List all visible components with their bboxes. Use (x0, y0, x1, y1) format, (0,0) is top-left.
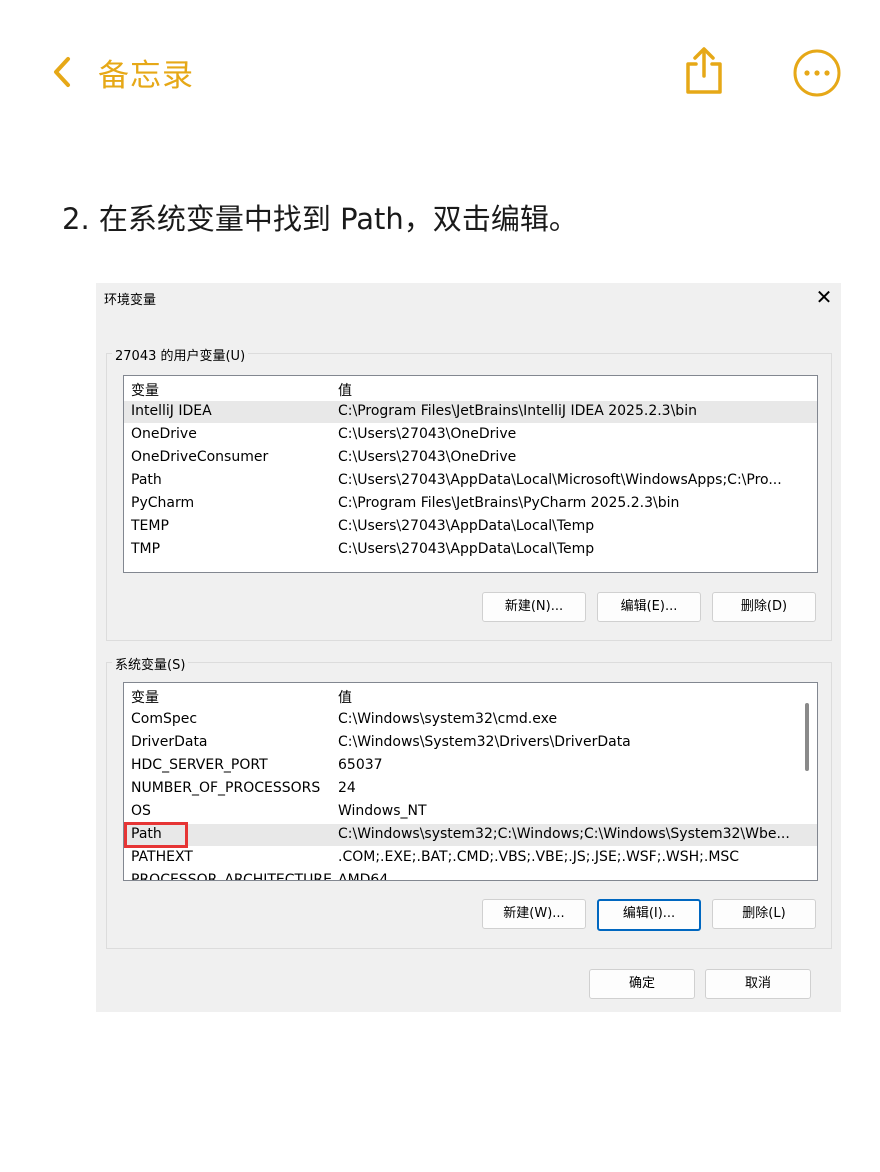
table-row[interactable]: PyCharm C:\Program Files\JetBrains\PyCha… (124, 493, 817, 515)
scrollbar-thumb[interactable] (805, 703, 809, 771)
user-variables-list[interactable]: 变量 值 IntelliJ IDEA C:\Program Files\JetB… (123, 375, 818, 573)
var-name: DriverData (131, 734, 208, 750)
cancel-button[interactable]: 取消 (705, 969, 811, 999)
var-value: .COM;.EXE;.BAT;.CMD;.VBS;.VBE;.JS;.JSE;.… (338, 849, 740, 865)
var-name: PyCharm (131, 495, 195, 511)
var-name: Path (131, 472, 162, 488)
var-value: 65037 (338, 757, 383, 773)
table-row[interactable]: HDC_SERVER_PORT 65037 (124, 755, 817, 777)
table-row[interactable]: OneDriveConsumer C:\Users\27043\OneDrive (124, 447, 817, 469)
table-row[interactable]: DriverData C:\Windows\System32\Drivers\D… (124, 732, 817, 754)
highlight-box (124, 822, 188, 848)
user-variables-label: 27043 的用户变量(U) (112, 345, 249, 364)
var-value: C:\Users\27043\AppData\Local\Microsoft\W… (338, 472, 782, 488)
table-row[interactable]: IntelliJ IDEA C:\Program Files\JetBrains… (124, 401, 817, 423)
var-value: C:\Windows\System32\Drivers\DriverData (338, 734, 631, 750)
table-row[interactable]: PROCESSOR_ARCHITECTURE AMD64 (124, 870, 817, 881)
chevron-left-icon (54, 57, 70, 87)
header-variable[interactable]: 变量 (131, 687, 159, 707)
table-row-selected[interactable]: Path C:\Windows\system32;C:\Windows;C:\W… (124, 824, 817, 846)
var-value: C:\Program Files\JetBrains\IntelliJ IDEA… (338, 403, 697, 419)
var-value: AMD64 (338, 872, 389, 881)
header-value[interactable]: 值 (338, 687, 352, 707)
var-name: OneDriveConsumer (131, 449, 269, 465)
var-value: C:\Users\27043\OneDrive (338, 449, 517, 465)
var-name: ComSpec (131, 711, 198, 727)
user-edit-button[interactable]: 编辑(E)... (597, 592, 701, 622)
system-edit-button[interactable]: 编辑(I)... (597, 899, 701, 931)
var-name: TMP (131, 541, 161, 557)
environment-variables-dialog: 环境变量 ✕ 27043 的用户变量(U) 变量 值 IntelliJ IDEA… (96, 283, 841, 1012)
table-row[interactable]: TMP C:\Users\27043\AppData\Local\Temp (124, 539, 817, 561)
table-row[interactable]: ComSpec C:\Windows\system32\cmd.exe (124, 709, 817, 731)
var-value: C:\Windows\system32;C:\Windows;C:\Window… (338, 826, 790, 842)
more-icon[interactable] (792, 48, 842, 98)
var-value: C:\Users\27043\AppData\Local\Temp (338, 541, 595, 557)
var-name: OneDrive (131, 426, 197, 442)
var-name: PROCESSOR_ARCHITECTURE (131, 872, 332, 881)
var-value: C:\Users\27043\OneDrive (338, 426, 517, 442)
back-button[interactable]: 备忘录 (52, 50, 194, 94)
var-value: Windows_NT (338, 803, 427, 819)
table-row[interactable]: OneDrive C:\Users\27043\OneDrive (124, 424, 817, 446)
var-value: C:\Windows\system32\cmd.exe (338, 711, 558, 727)
top-nav-bar: 备忘录 (0, 0, 880, 140)
system-delete-button[interactable]: 删除(L) (712, 899, 816, 929)
system-new-button[interactable]: 新建(W)... (482, 899, 586, 929)
var-name: TEMP (131, 518, 169, 534)
back-label: 备忘录 (98, 57, 194, 94)
close-icon[interactable]: ✕ (813, 286, 835, 308)
step-instruction: 2. 在系统变量中找到 Path，双击编辑。 (62, 202, 578, 236)
var-value: 24 (338, 780, 356, 796)
header-value[interactable]: 值 (338, 380, 352, 400)
var-value: C:\Users\27043\AppData\Local\Temp (338, 518, 595, 534)
ok-button[interactable]: 确定 (589, 969, 695, 999)
system-variables-list[interactable]: 变量 值 ComSpec C:\Windows\system32\cmd.exe… (123, 682, 818, 881)
list-header: 变量 值 (124, 378, 817, 400)
list-header: 变量 值 (124, 685, 817, 707)
user-new-button[interactable]: 新建(N)... (482, 592, 586, 622)
table-row[interactable]: OS Windows_NT (124, 801, 817, 823)
table-row[interactable]: Path C:\Users\27043\AppData\Local\Micros… (124, 470, 817, 492)
var-value: C:\Program Files\JetBrains\PyCharm 2025.… (338, 495, 680, 511)
header-variable[interactable]: 变量 (131, 380, 159, 400)
share-icon[interactable] (680, 44, 728, 96)
table-row[interactable]: NUMBER_OF_PROCESSORS 24 (124, 778, 817, 800)
dialog-title: 环境变量 (104, 293, 157, 308)
table-row[interactable]: TEMP C:\Users\27043\AppData\Local\Temp (124, 516, 817, 538)
var-name: HDC_SERVER_PORT (131, 757, 268, 773)
user-delete-button[interactable]: 删除(D) (712, 592, 816, 622)
table-row[interactable]: PATHEXT .COM;.EXE;.BAT;.CMD;.VBS;.VBE;.J… (124, 847, 817, 869)
var-name: OS (131, 803, 151, 819)
var-name: PATHEXT (131, 849, 193, 865)
var-name: NUMBER_OF_PROCESSORS (131, 780, 321, 796)
var-name: IntelliJ IDEA (131, 403, 212, 419)
system-variables-label: 系统变量(S) (112, 654, 189, 673)
